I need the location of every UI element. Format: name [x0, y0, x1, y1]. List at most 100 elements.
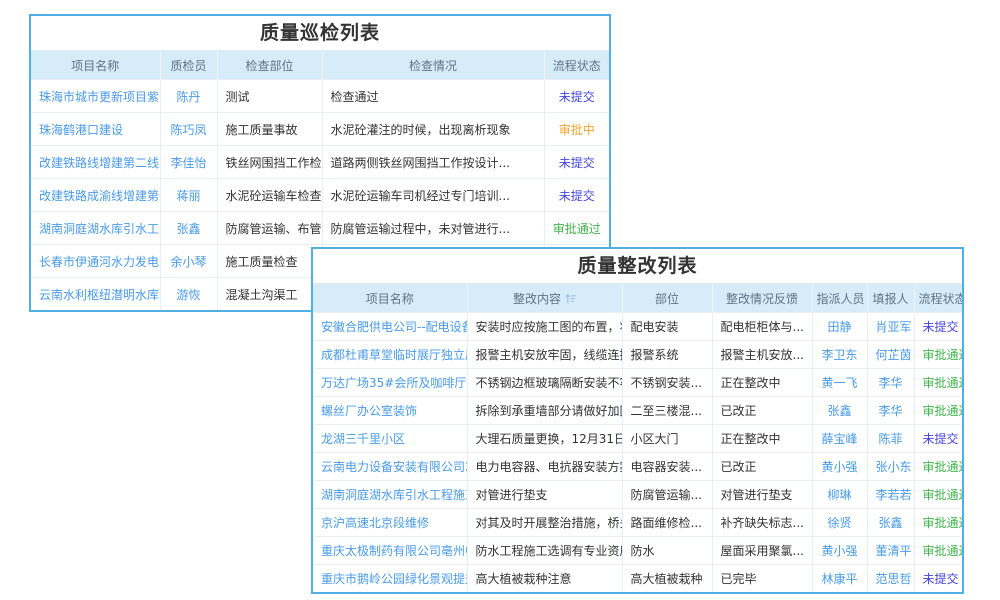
cell-reporter[interactable]: 张鑫: [867, 509, 914, 537]
cell-project[interactable]: 改建铁路线增建第二线...: [31, 146, 160, 179]
cell-assignee[interactable]: 李卫东: [812, 341, 867, 369]
cell-content: 电力电容器、电抗器安装方案,...: [467, 453, 622, 481]
cell-assignee[interactable]: 柳琳: [812, 481, 867, 509]
cell-status: 审批中: [544, 113, 609, 146]
sort-ascending-icon[interactable]: [565, 293, 576, 304]
table-row: 成都杜甫草堂临时展厅独立展...报警主机安放牢固，线缆连接...报警系统报警主机…: [313, 341, 962, 369]
cell-feedback: 报警主机安放...: [712, 341, 812, 369]
table-row: 安徽合肥供电公司--配电设备...安装时应按施工图的布置，将...配电安装配电柜…: [313, 313, 962, 341]
cell-status: 未提交: [544, 179, 609, 212]
cell-inspector[interactable]: 李佳怡: [160, 146, 217, 179]
cell-content: 高大植被栽种注意: [467, 565, 622, 593]
cell-part: 高大植被栽种: [622, 565, 712, 593]
column-header-label: 流程状态: [919, 292, 963, 306]
cell-content: 安装时应按施工图的布置，将...: [467, 313, 622, 341]
cell-part: 防腐管运输...: [622, 481, 712, 509]
column-header-project: 项目名称: [31, 51, 160, 80]
cell-project[interactable]: 珠海市城市更新项目紫...: [31, 80, 160, 113]
cell-project[interactable]: 云南水利枢纽潜明水库...: [31, 278, 160, 311]
cell-project[interactable]: 龙湖三千里小区: [313, 425, 467, 453]
table-row: 京沪高速北京段维修对其及时开展整治措施，桥头...路面维修检...补齐缺失标志.…: [313, 509, 962, 537]
cell-situation: 检查通过: [322, 80, 544, 113]
table-row: 螺丝厂办公室装饰拆除到承重墙部分请做好加固...二至三楼混...已改正张鑫李华审…: [313, 397, 962, 425]
table-row: 龙湖三千里小区大理石质量更换，12月31日之...小区大门正在整改中薛宝峰陈菲未…: [313, 425, 962, 453]
column-header-inspector: 质检员: [160, 51, 217, 80]
cell-assignee[interactable]: 张鑫: [812, 397, 867, 425]
column-header-label: 检查情况: [409, 59, 457, 73]
table-row: 珠海市城市更新项目紫...陈丹测试检查通过未提交: [31, 80, 609, 113]
cell-project[interactable]: 京沪高速北京段维修: [313, 509, 467, 537]
cell-project[interactable]: 安徽合肥供电公司--配电设备...: [313, 313, 467, 341]
column-header-feedback: 整改情况反馈: [712, 284, 812, 313]
column-header-content[interactable]: 整改内容: [467, 284, 622, 313]
cell-part: 小区大门: [622, 425, 712, 453]
cell-reporter[interactable]: 李华: [867, 397, 914, 425]
cell-part: 二至三楼混...: [622, 397, 712, 425]
cell-content: 防水工程施工选调有专业资质...: [467, 537, 622, 565]
cell-reporter[interactable]: 李华: [867, 369, 914, 397]
cell-project[interactable]: 重庆太极制药有限公司亳州中...: [313, 537, 467, 565]
cell-assignee[interactable]: 薛宝峰: [812, 425, 867, 453]
cell-inspector[interactable]: 余小琴: [160, 245, 217, 278]
cell-assignee[interactable]: 黄小强: [812, 537, 867, 565]
cell-project[interactable]: 湖南洞庭湖水库引水工程施工标: [313, 481, 467, 509]
cell-status: 审批通过: [914, 537, 962, 565]
cell-reporter[interactable]: 李若若: [867, 481, 914, 509]
cell-feedback: 正在整改中: [712, 425, 812, 453]
cell-reporter[interactable]: 陈菲: [867, 425, 914, 453]
cell-assignee[interactable]: 黄小强: [812, 453, 867, 481]
cell-inspector[interactable]: 陈丹: [160, 80, 217, 113]
cell-status: 审批通过: [914, 481, 962, 509]
cell-content: 拆除到承重墙部分请做好加固...: [467, 397, 622, 425]
cell-reporter[interactable]: 范思哲: [867, 565, 914, 593]
cell-project[interactable]: 改建铁路成渝线增建第...: [31, 179, 160, 212]
cell-assignee[interactable]: 徐贤: [812, 509, 867, 537]
cell-part: 测试: [217, 80, 322, 113]
cell-assignee[interactable]: 黄一飞: [812, 369, 867, 397]
cell-project[interactable]: 螺丝厂办公室装饰: [313, 397, 467, 425]
cell-feedback: 补齐缺失标志...: [712, 509, 812, 537]
cell-project[interactable]: 珠海鹤港口建设: [31, 113, 160, 146]
cell-assignee[interactable]: 田静: [812, 313, 867, 341]
table-row: 湖南洞庭湖水库引水工程施工标对管进行垫支防腐管运输...对管进行垫支柳琳李若若审…: [313, 481, 962, 509]
cell-content: 报警主机安放牢固，线缆连接...: [467, 341, 622, 369]
cell-content: 大理石质量更换，12月31日之...: [467, 425, 622, 453]
cell-part: 防水: [622, 537, 712, 565]
inspection-table-title: 质量巡检列表: [31, 16, 609, 51]
cell-inspector[interactable]: 陈巧凤: [160, 113, 217, 146]
column-header-label: 项目名称: [71, 59, 119, 73]
column-header-label: 部位: [655, 292, 679, 306]
column-header-part: 检查部位: [217, 51, 322, 80]
cell-part: 配电安装: [622, 313, 712, 341]
cell-project[interactable]: 湖南洞庭湖水库引水工...: [31, 212, 160, 245]
cell-reporter[interactable]: 何芷茵: [867, 341, 914, 369]
column-header-status: 流程状态: [914, 284, 962, 313]
cell-feedback: 已完毕: [712, 565, 812, 593]
cell-reporter[interactable]: 张小东: [867, 453, 914, 481]
cell-inspector[interactable]: 蒋丽: [160, 179, 217, 212]
cell-project[interactable]: 重庆市鹅岭公园绿化景观提升...: [313, 565, 467, 593]
column-header-label: 指派人员: [817, 292, 865, 306]
cell-inspector[interactable]: 游恢: [160, 278, 217, 311]
cell-feedback: 对管进行垫支: [712, 481, 812, 509]
cell-status: 审批通过: [544, 212, 609, 245]
cell-project[interactable]: 云南电力设备安装有限公司20...: [313, 453, 467, 481]
cell-status: 未提交: [544, 80, 609, 113]
cell-part: 报警系统: [622, 341, 712, 369]
cell-part: 不锈钢安装...: [622, 369, 712, 397]
cell-inspector[interactable]: 张鑫: [160, 212, 217, 245]
table-row: 湖南洞庭湖水库引水工...张鑫防腐管运输、布管防腐管运输过程中，未对管进行...…: [31, 212, 609, 245]
cell-project[interactable]: 成都杜甫草堂临时展厅独立展...: [313, 341, 467, 369]
cell-status: 审批通过: [914, 397, 962, 425]
cell-feedback: 屋面采用聚氯...: [712, 537, 812, 565]
cell-reporter[interactable]: 董清平: [867, 537, 914, 565]
cell-status: 未提交: [914, 425, 962, 453]
cell-project[interactable]: 万达广场35#会所及咖啡厅空...: [313, 369, 467, 397]
cell-project[interactable]: 长春市伊通河水力发电...: [31, 245, 160, 278]
cell-situation: 防腐管运输过程中，未对管进行...: [322, 212, 544, 245]
cell-part: 电容器安装...: [622, 453, 712, 481]
column-header-status: 流程状态: [544, 51, 609, 80]
cell-reporter[interactable]: 肖亚军: [867, 313, 914, 341]
cell-assignee[interactable]: 林康平: [812, 565, 867, 593]
cell-status: 审批通过: [914, 509, 962, 537]
